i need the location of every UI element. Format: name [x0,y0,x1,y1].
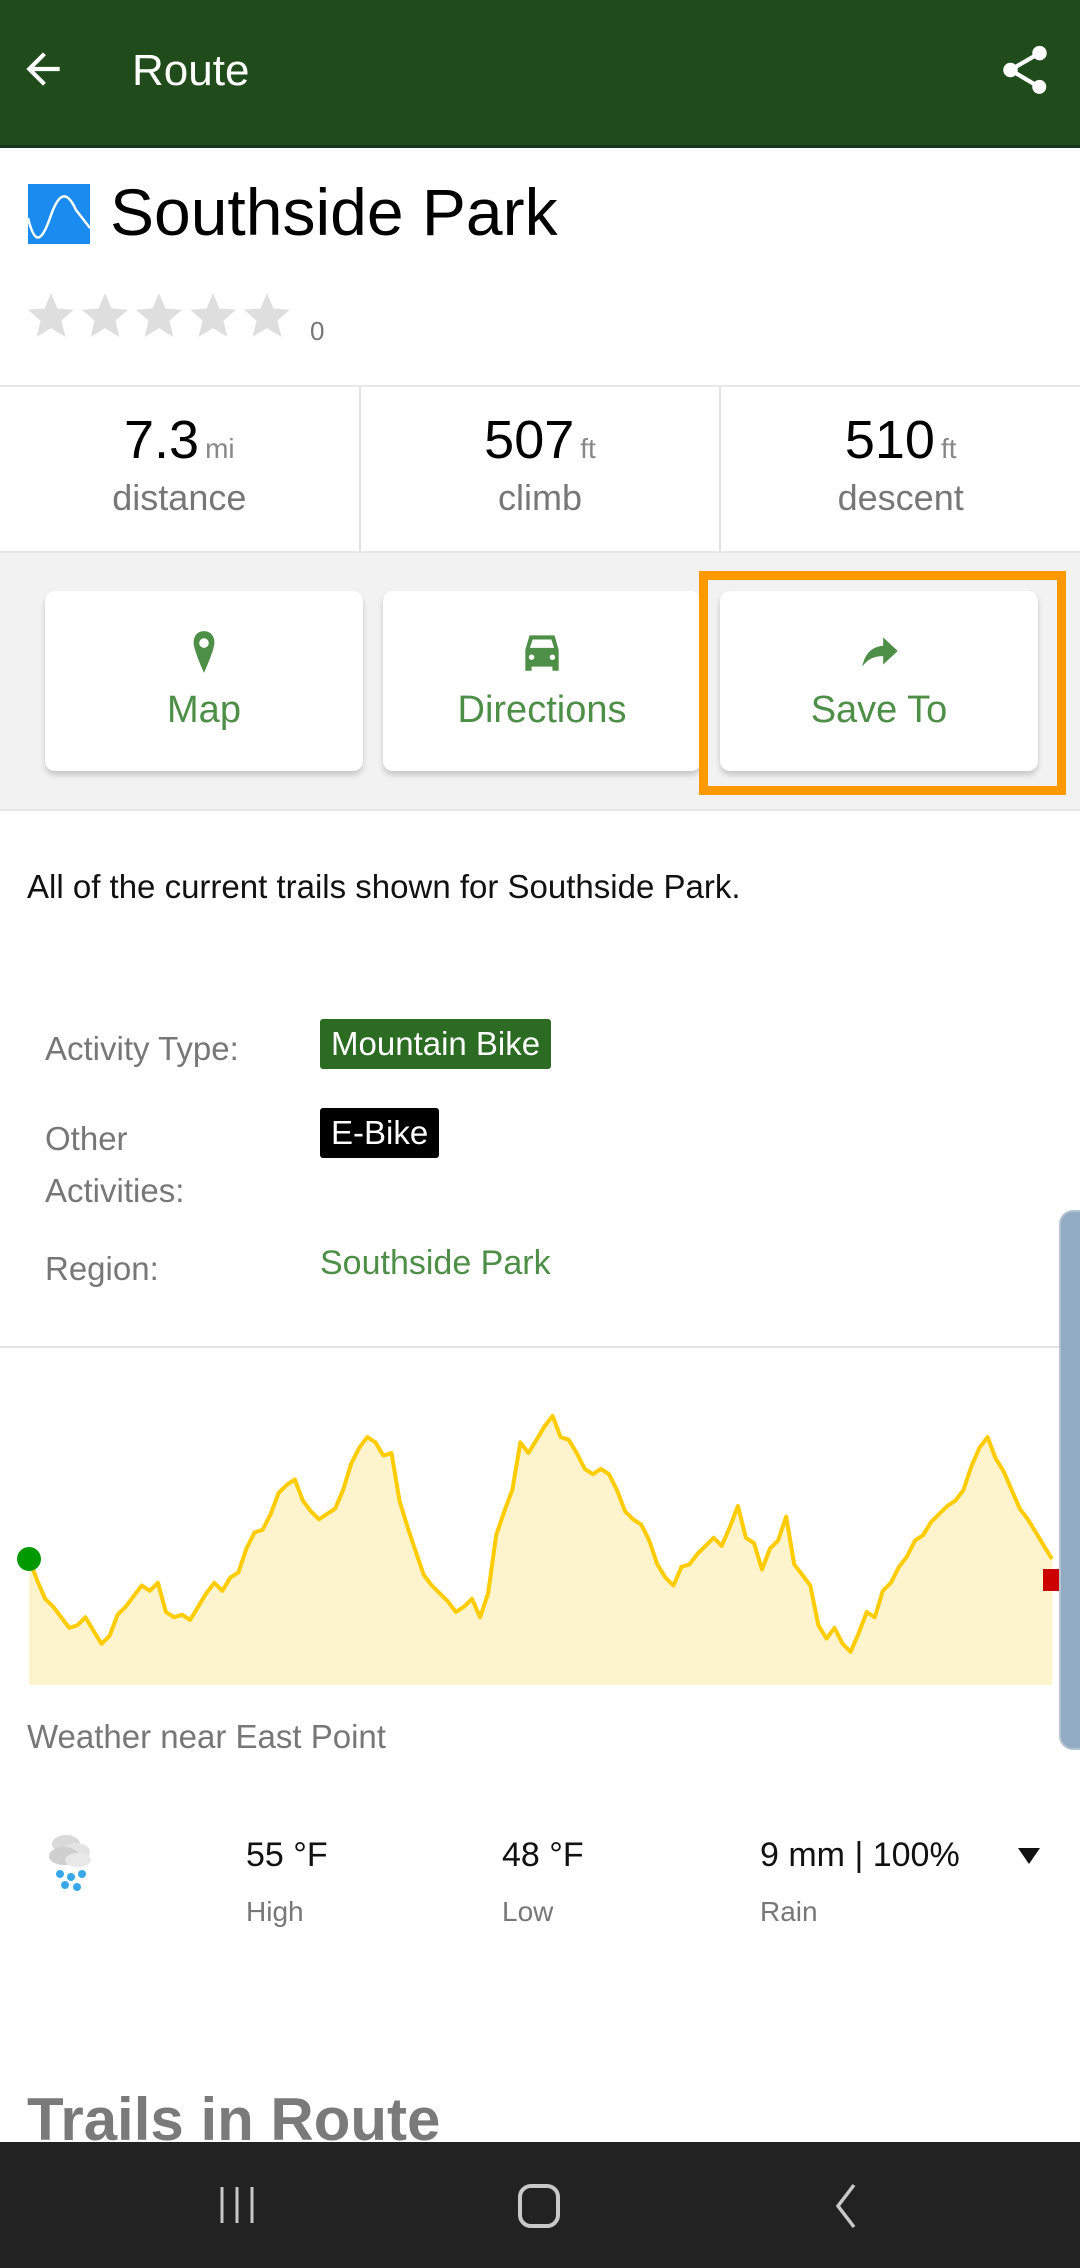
arrow-left-icon[interactable] [18,44,68,94]
rain-cloud-icon [49,1835,91,1891]
stat-descent: 510 ft descent [721,387,1080,551]
stat-unit: mi [205,433,235,464]
section-divider [0,1346,1060,1348]
star-icon[interactable] [242,290,292,340]
save-to-highlight [699,571,1066,795]
region-label: Region: [45,1250,159,1287]
stat-label: climb [498,477,583,518]
elevation-fill-area [29,1415,1052,1685]
map-button[interactable]: Map [45,591,363,771]
other-activities-label-line2: Activities: [45,1172,185,1209]
weather-title: Weather near East Point [27,1718,386,1755]
stat-value: 7.3 [124,410,200,470]
route-end-marker [1043,1569,1060,1591]
weather-low-label: Low [502,1896,554,1927]
rating-count: 0 [310,316,325,346]
activity-type-label: Activity Type: [45,1030,239,1067]
back-icon[interactable] [808,2172,878,2238]
map-button-label: Map [167,689,241,731]
app-bar: Route [0,0,1080,148]
star-icon[interactable] [26,290,76,340]
directions-button-label: Directions [457,689,627,731]
car-icon [525,635,559,671]
weather-high-label: High [246,1896,304,1927]
activity-type-tag[interactable]: Mountain Bike [320,1019,552,1069]
caret-down-icon[interactable] [1016,1846,1042,1866]
route-elevation-icon [28,184,90,244]
elevation-profile-chart[interactable] [0,1380,1060,1700]
route-description: All of the current trails shown for Sout… [27,868,741,905]
route-stats: 7.3 mi distance 507 ft climb 510 ft descent [0,385,1080,553]
weather-rain-value: 9 mm | 100% [760,1836,960,1874]
stat-label: descent [837,477,964,518]
stat-value: 510 [844,410,935,470]
share-icon[interactable] [996,40,1054,100]
weather-high-value: 55 °F [246,1836,328,1874]
stat-value: 507 [484,410,575,470]
stat-unit: ft [940,433,957,464]
stat-distance: 7.3 mi distance [0,387,361,551]
other-activities-label-line1: Other [45,1120,128,1157]
app-bar-title: Route [132,46,250,95]
stat-climb: 507 ft climb [361,387,722,551]
system-navigation-bar [0,2142,1080,2268]
scrollbar-thumb[interactable] [1059,1210,1080,1750]
route-title: Southside Park [110,175,558,249]
star-rating[interactable] [26,290,292,340]
recent-apps-icon[interactable] [202,2172,272,2238]
star-icon[interactable] [134,290,184,340]
directions-button[interactable]: Directions [383,591,701,771]
weather-low-value: 48 °F [502,1836,584,1874]
weather-rain-label: Rain [760,1896,818,1927]
other-activity-tag[interactable]: E-Bike [320,1108,440,1158]
map-pin-icon [193,631,215,673]
stat-unit: ft [580,433,596,464]
route-start-marker [17,1547,41,1571]
stat-label: distance [112,477,247,518]
star-icon[interactable] [188,290,238,340]
star-icon[interactable] [80,290,130,340]
home-icon[interactable] [504,2172,574,2238]
region-link[interactable]: Southside Park [320,1244,551,1283]
